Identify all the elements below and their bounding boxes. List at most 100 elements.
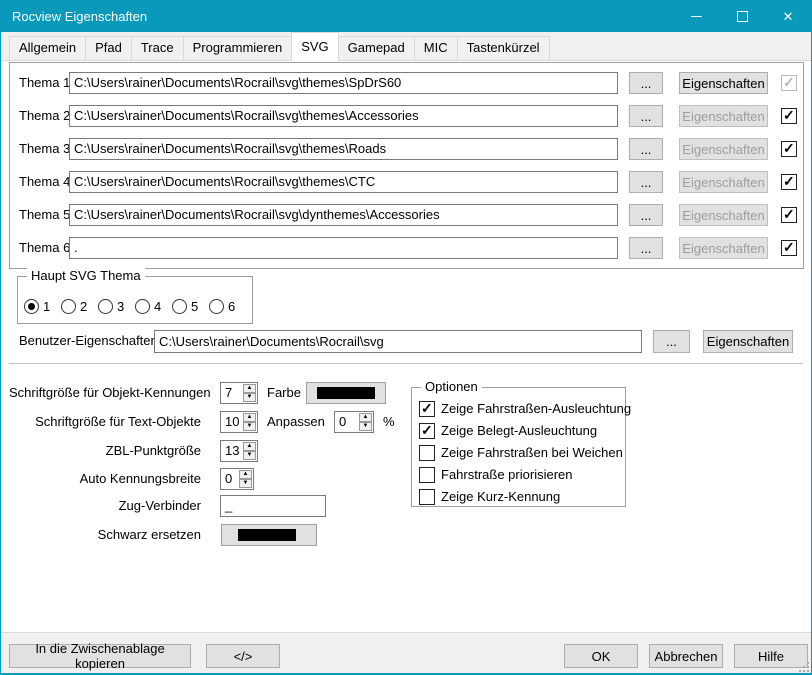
maximize-button[interactable]	[719, 0, 765, 32]
theme-2-path-input[interactable]: C:\Users\rainer\Documents\Rocrail\svg\th…	[69, 105, 618, 127]
theme-4-path-input[interactable]: C:\Users\rainer\Documents\Rocrail\svg\th…	[69, 171, 618, 193]
radio-6-icon	[209, 299, 224, 314]
theme-6-path-input[interactable]: .	[69, 237, 618, 259]
theme-row-6: Thema 6 . ... Eigenschaften	[1, 237, 811, 259]
zbl-pointsize-label: ZBL-Punktgröße	[9, 440, 201, 462]
radio-6-label: 6	[228, 299, 235, 314]
adjust-spinner[interactable]: 0 ▲▼	[334, 411, 374, 433]
tab-gamepad[interactable]: Gamepad	[338, 36, 415, 60]
title-bar: Rocview Eigenschaften ✕	[1, 0, 811, 32]
main-theme-option-3[interactable]: 3	[98, 298, 124, 314]
auto-id-width-value: 0	[221, 469, 239, 489]
object-id-fontsize-spinner[interactable]: 7 ▲▼	[220, 382, 258, 404]
tab-trace[interactable]: Trace	[131, 36, 184, 60]
theme-3-browse-button[interactable]: ...	[629, 138, 663, 160]
main-theme-option-2[interactable]: 2	[61, 298, 87, 314]
theme-row-2: Thema 2 C:\Users\rainer\Documents\Rocrai…	[1, 105, 811, 127]
tab-bar: Allgemein Pfad Trace Programmieren SVG G…	[1, 32, 811, 61]
tab-allgemein[interactable]: Allgemein	[9, 36, 86, 60]
main-theme-option-1[interactable]: 1	[24, 298, 50, 314]
cancel-button[interactable]: Abbrechen	[649, 644, 723, 668]
spin-up-icon[interactable]: ▲	[359, 413, 372, 422]
spin-down-icon[interactable]: ▼	[243, 451, 256, 460]
spin-down-icon[interactable]: ▼	[243, 393, 256, 402]
theme-3-label: Thema 3	[19, 138, 70, 160]
id-color-button[interactable]	[306, 382, 386, 404]
checkbox-icon	[419, 423, 435, 439]
help-button[interactable]: Hilfe	[734, 644, 808, 668]
close-icon: ✕	[783, 10, 794, 23]
theme-row-4: Thema 4 C:\Users\rainer\Documents\Rocrai…	[1, 171, 811, 193]
spin-up-icon[interactable]: ▲	[243, 413, 256, 422]
train-connector-input[interactable]: _	[220, 495, 326, 517]
theme-3-properties-button: Eigenschaften	[679, 138, 768, 160]
theme-3-enabled-checkbox[interactable]	[781, 141, 797, 157]
replace-black-swatch	[238, 529, 296, 541]
main-theme-group-title: Haupt SVG Thema	[27, 268, 145, 283]
object-id-fontsize-label: Schriftgröße für Objekt-Kennungen	[9, 382, 201, 404]
theme-2-browse-button[interactable]: ...	[629, 105, 663, 127]
option-label: Zeige Kurz-Kennung	[441, 489, 560, 505]
theme-1-path-input[interactable]: C:\Users\rainer\Documents\Rocrail\svg\th…	[69, 72, 618, 94]
window-controls: ✕	[673, 0, 811, 32]
tab-svg[interactable]: SVG	[291, 32, 338, 61]
tab-mic[interactable]: MIC	[414, 36, 458, 60]
theme-3-path-input[interactable]: C:\Users\rainer\Documents\Rocrail\svg\th…	[69, 138, 618, 160]
tab-programmieren[interactable]: Programmieren	[183, 36, 293, 60]
theme-6-browse-button[interactable]: ...	[629, 237, 663, 259]
theme-5-properties-button: Eigenschaften	[679, 204, 768, 226]
user-properties-path-input[interactable]: C:\Users\rainer\Documents\Rocrail\svg	[154, 330, 642, 353]
theme-5-enabled-checkbox[interactable]	[781, 207, 797, 223]
color-label: Farbe	[267, 382, 301, 404]
theme-6-properties-button: Eigenschaften	[679, 237, 768, 259]
theme-6-label: Thema 6	[19, 237, 70, 259]
spin-up-icon[interactable]: ▲	[243, 384, 256, 393]
radio-4-icon	[135, 299, 150, 314]
theme-4-browse-button[interactable]: ...	[629, 171, 663, 193]
theme-row-3: Thema 3 C:\Users\rainer\Documents\Rocrai…	[1, 138, 811, 160]
footer-bar: In die Zwischenablage kopieren </> OK Ab…	[1, 632, 811, 673]
theme-4-enabled-checkbox[interactable]	[781, 174, 797, 190]
option-label: Zeige Fahrstraßen bei Weichen	[441, 445, 623, 461]
theme-6-enabled-checkbox[interactable]	[781, 240, 797, 256]
radio-5-label: 5	[191, 299, 198, 314]
copy-to-clipboard-button[interactable]: In die Zwischenablage kopieren	[9, 644, 191, 668]
spin-up-icon[interactable]: ▲	[239, 470, 252, 479]
object-id-fontsize-value: 7	[221, 383, 243, 403]
text-object-fontsize-spinner[interactable]: 10 ▲▼	[220, 411, 258, 433]
radio-1-label: 1	[43, 299, 50, 314]
close-button[interactable]: ✕	[765, 0, 811, 32]
radio-5-icon	[172, 299, 187, 314]
adjust-label: Anpassen	[267, 411, 325, 433]
replace-black-color-button[interactable]	[221, 524, 317, 546]
user-properties-button[interactable]: Eigenschaften	[703, 330, 793, 353]
ok-button[interactable]: OK	[564, 644, 638, 668]
train-connector-label: Zug-Verbinder	[9, 495, 201, 517]
spin-up-icon[interactable]: ▲	[243, 442, 256, 451]
auto-id-width-spinner[interactable]: 0 ▲▼	[220, 468, 254, 490]
main-theme-option-5[interactable]: 5	[172, 298, 198, 314]
options-group-title: Optionen	[421, 379, 482, 394]
spin-down-icon[interactable]: ▼	[243, 422, 256, 431]
spin-down-icon[interactable]: ▼	[239, 479, 252, 488]
main-theme-option-6[interactable]: 6	[209, 298, 235, 314]
minimize-button[interactable]	[673, 0, 719, 32]
theme-5-browse-button[interactable]: ...	[629, 204, 663, 226]
zbl-pointsize-spinner[interactable]: 13 ▲▼	[220, 440, 258, 462]
tab-tastenkuerzel[interactable]: Tastenkürzel	[457, 36, 550, 60]
code-view-button[interactable]: </>	[206, 644, 280, 668]
tab-pfad[interactable]: Pfad	[85, 36, 132, 60]
user-properties-browse-button[interactable]: ...	[653, 330, 690, 353]
theme-5-label: Thema 5	[19, 204, 70, 226]
auto-id-width-label: Auto Kennungsbreite	[9, 468, 201, 490]
spin-down-icon[interactable]: ▼	[359, 422, 372, 431]
checkbox-icon	[419, 467, 435, 483]
theme-1-browse-button[interactable]: ...	[629, 72, 663, 94]
theme-2-enabled-checkbox[interactable]	[781, 108, 797, 124]
resize-grip[interactable]	[799, 662, 809, 672]
theme-1-properties-button[interactable]: Eigenschaften	[679, 72, 768, 94]
main-theme-option-4[interactable]: 4	[135, 298, 161, 314]
theme-5-path-input[interactable]: C:\Users\rainer\Documents\Rocrail\svg\dy…	[69, 204, 618, 226]
theme-4-label: Thema 4	[19, 171, 70, 193]
theme-2-properties-button: Eigenschaften	[679, 105, 768, 127]
